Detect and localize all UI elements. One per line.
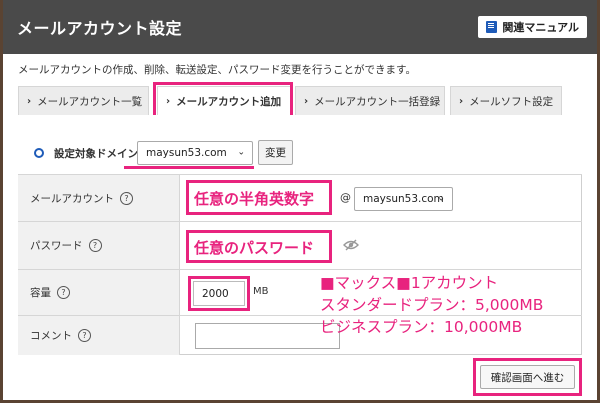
- tab-bulk-register[interactable]: › メールアカウント一括登録: [295, 86, 445, 115]
- help-icon[interactable]: ?: [78, 329, 91, 342]
- comment-input[interactable]: [195, 323, 340, 349]
- confirm-button[interactable]: 確認画面へ進む: [480, 365, 575, 389]
- at-sign: @: [340, 191, 351, 204]
- password-label-cell: パスワード ?: [18, 222, 180, 269]
- page-description: メールアカウントの作成、削除、転送設定、パスワード変更を行うことができます。: [18, 64, 416, 76]
- capacity-unit: MB: [253, 286, 269, 297]
- chevron-down-icon: ⌄: [237, 147, 245, 158]
- chevron-right-icon: ›: [27, 95, 32, 107]
- chevron-right-icon: ›: [459, 95, 464, 107]
- password-label: パスワード: [30, 240, 83, 252]
- account-domain-value: maysun53.com: [363, 193, 444, 205]
- change-domain-button[interactable]: 変更: [258, 140, 293, 165]
- radio-icon[interactable]: [34, 148, 44, 158]
- capacity-input[interactable]: 2000: [193, 281, 245, 306]
- account-input-value: 任意の半角英数字: [194, 190, 315, 208]
- chevron-right-icon: ›: [304, 95, 309, 107]
- account-label: メールアカウント: [30, 192, 114, 205]
- capacity-label-cell: 容量 ?: [18, 270, 180, 315]
- tab-label: メールアカウント一括登録: [314, 95, 441, 108]
- tab-label: メールアカウント一覧: [37, 95, 143, 108]
- note-line: ■マックス■1アカウント: [320, 274, 499, 292]
- account-label-cell: メールアカウント ?: [18, 175, 180, 221]
- plan-capacity-note: ■マックス■1アカウント スタンダードプラン：5,000MB ビジネスプラン：1…: [320, 272, 543, 338]
- comment-label: コメント: [30, 330, 72, 342]
- page-title: メールアカウント設定: [17, 19, 183, 38]
- domain-select[interactable]: maysun53.com ⌄: [137, 141, 253, 165]
- account-domain-select[interactable]: maysun53.com ⌄: [354, 187, 453, 211]
- domain-row: 設定対象ドメイン: [18, 115, 582, 175]
- chevron-down-icon: ⌄: [437, 193, 445, 204]
- comment-label-cell: コメント ?: [18, 316, 180, 355]
- related-manual-label: 関連マニュアル: [502, 21, 579, 34]
- note-line: ビジネスプラン：10,000MB: [320, 318, 523, 336]
- eye-slash-icon[interactable]: [343, 239, 359, 251]
- tab-mail-software[interactable]: › メールソフト設定: [450, 86, 562, 115]
- tab-account-list[interactable]: › メールアカウント一覧: [18, 86, 149, 115]
- related-manual-button[interactable]: 関連マニュアル: [478, 16, 587, 38]
- active-tab-highlight: [153, 82, 293, 118]
- help-icon[interactable]: ?: [57, 286, 70, 299]
- book-icon: [486, 21, 498, 33]
- help-icon[interactable]: ?: [120, 191, 133, 205]
- note-line: スタンダードプラン：5,000MB: [320, 296, 544, 314]
- password-input-value: 任意のパスワード: [194, 239, 315, 257]
- tab-label: メールソフト設定: [469, 95, 554, 108]
- domain-underline: [124, 166, 254, 169]
- page-header: メールアカウント設定 関連マニュアル: [3, 0, 597, 54]
- capacity-label: 容量: [30, 287, 51, 299]
- help-icon[interactable]: ?: [88, 239, 102, 252]
- domain-label: 設定対象ドメイン: [54, 148, 138, 160]
- domain-select-value: maysun53.com: [146, 147, 227, 159]
